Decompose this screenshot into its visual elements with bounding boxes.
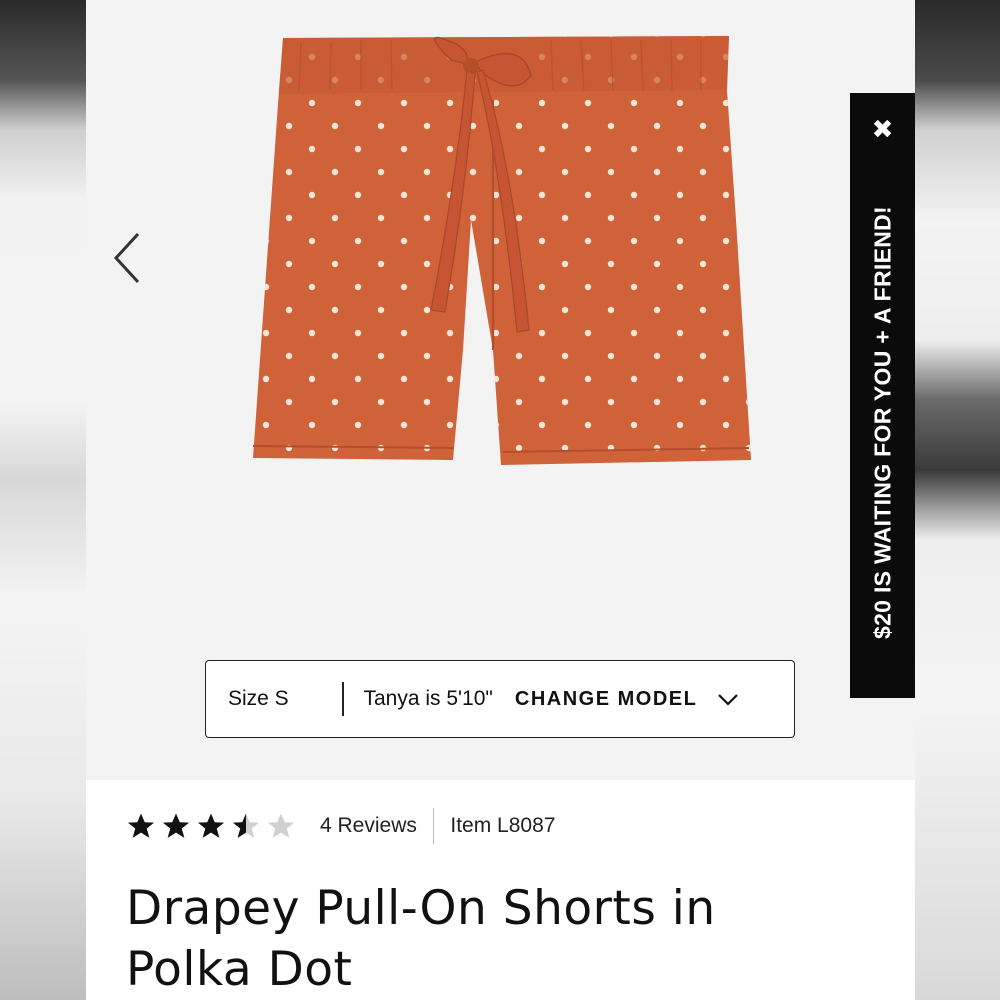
star-icon bbox=[162, 813, 190, 838]
change-model-button[interactable]: CHANGE MODEL bbox=[515, 688, 697, 711]
half-star-icon bbox=[232, 813, 260, 838]
product-image bbox=[252, 36, 751, 465]
product-title: Drapey Pull-On Shorts in Polka Dot bbox=[126, 881, 716, 997]
promo-text[interactable]: $20 IS WAITING FOR YOU + A FRIEND! bbox=[868, 168, 898, 678]
product-gallery[interactable]: Size S Tanya is 5'10" CHANGE MODEL bbox=[86, 0, 915, 780]
blurred-background-right bbox=[915, 0, 1000, 1000]
rating-row: 4 Reviews Item L8087 bbox=[126, 808, 555, 844]
referral-promo-tab[interactable]: ✖ $20 IS WAITING FOR YOU + A FRIEND! bbox=[850, 93, 915, 698]
product-info: 4 Reviews Item L8087 Drapey Pull-On Shor… bbox=[86, 780, 915, 1000]
divider bbox=[342, 682, 344, 716]
chevron-down-icon[interactable] bbox=[715, 686, 741, 712]
empty-star-icon bbox=[267, 813, 295, 838]
chevron-left-icon[interactable] bbox=[108, 228, 148, 288]
size-label: Size S bbox=[228, 687, 289, 710]
divider bbox=[432, 808, 435, 844]
star-rating[interactable] bbox=[126, 811, 296, 841]
model-height-text: Tanya is 5'10" bbox=[363, 687, 493, 710]
item-code: Item L8087 bbox=[450, 814, 556, 837]
product-page: Size S Tanya is 5'10" CHANGE MODEL 4 Rev… bbox=[86, 0, 915, 1000]
star-icon bbox=[127, 813, 155, 838]
model-size-bar[interactable]: Size S Tanya is 5'10" CHANGE MODEL bbox=[205, 660, 795, 738]
close-icon[interactable]: ✖ bbox=[850, 117, 915, 143]
star-icon bbox=[197, 813, 225, 838]
blurred-background-left bbox=[0, 0, 86, 1000]
reviews-link[interactable]: 4 Reviews bbox=[320, 814, 417, 838]
